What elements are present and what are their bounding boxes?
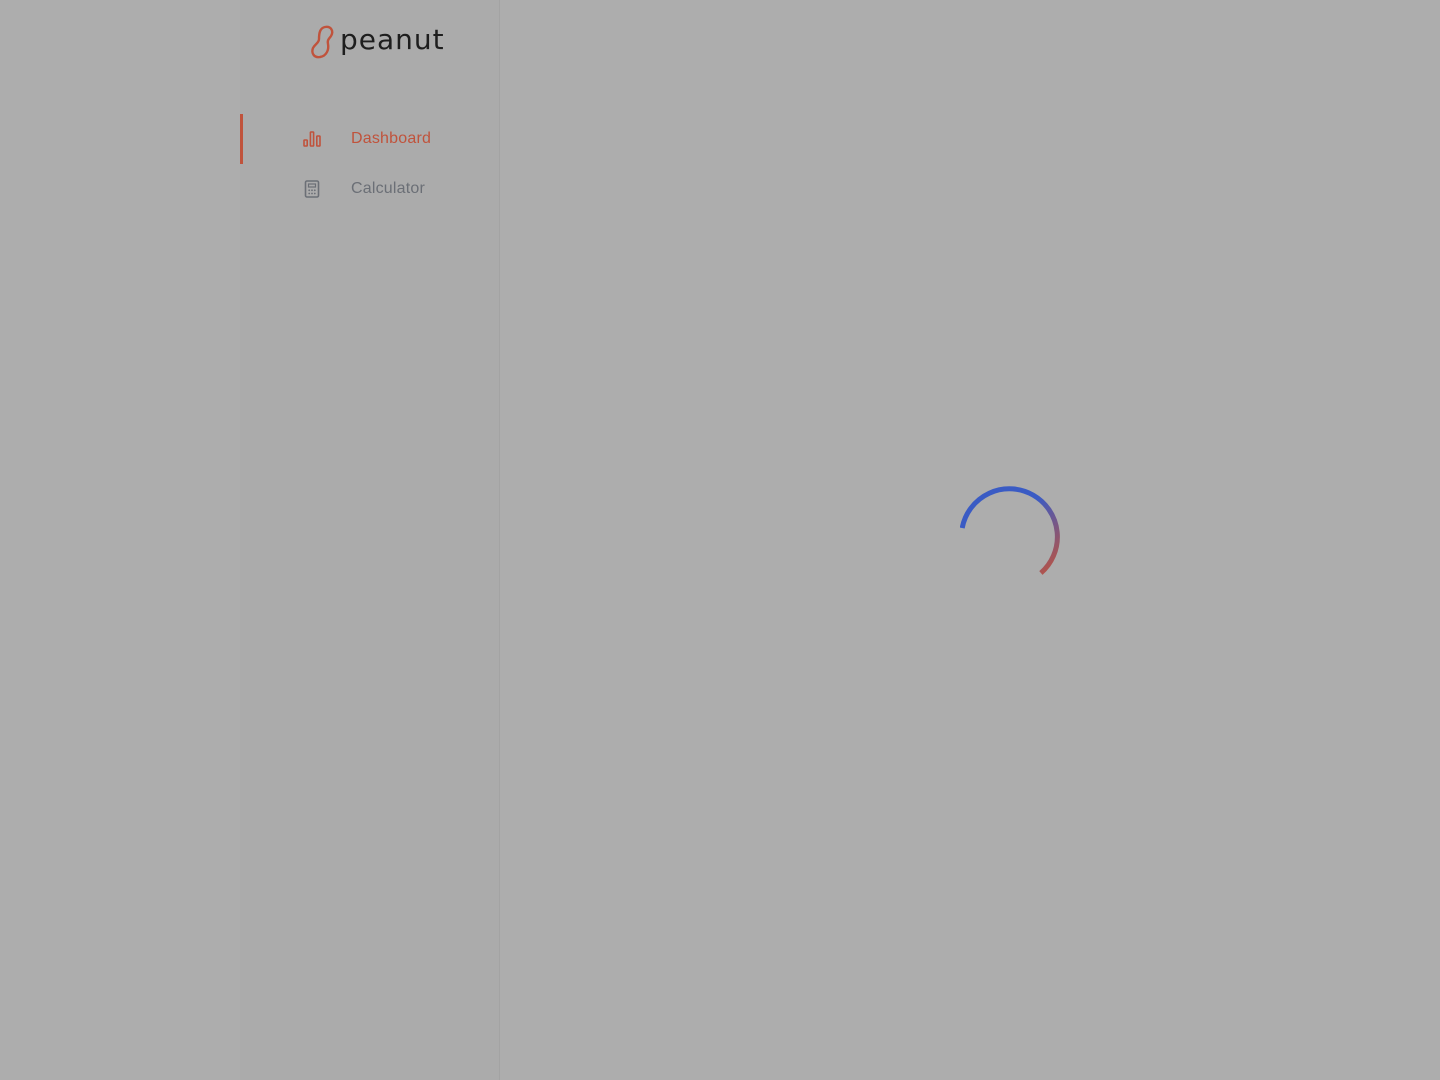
calculator-icon [304, 180, 320, 198]
sidebar: peanut Dashboard Calculator [240, 0, 500, 1080]
active-indicator [240, 114, 243, 164]
sidebar-item-calculator[interactable]: Calculator [240, 164, 499, 214]
loading-spinner-icon [960, 486, 1060, 575]
sidebar-item-dashboard[interactable]: Dashboard [240, 114, 499, 164]
main-content [501, 0, 1440, 1080]
sidebar-item-label: Dashboard [351, 130, 432, 147]
sidebar-item-label: Calculator [351, 180, 426, 197]
logo-wordmark: peanut [340, 23, 445, 56]
peanut-logo[interactable]: peanut [310, 22, 445, 62]
sidebar-nav: Dashboard Calculator [240, 114, 499, 214]
peanut-logo-icon [311, 25, 334, 59]
bar-chart-icon [303, 131, 321, 147]
app-root: peanut Dashboard Calculator [0, 0, 1440, 1080]
